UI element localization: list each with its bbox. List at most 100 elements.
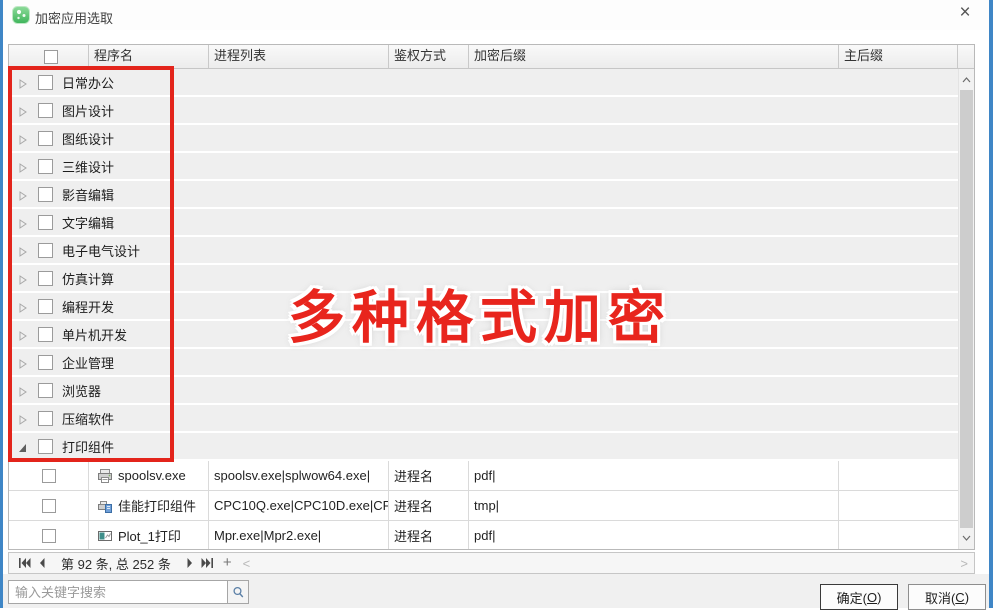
tree-item-browser[interactable]: 浏览器 [9,377,958,405]
expand-collapsed-icon[interactable] [18,161,28,171]
table-row-spoolsv[interactable]: spoolsv.exe spoolsv.exe|splwow64.exe| 进程… [9,461,958,491]
search-icon [232,586,245,599]
column-header-auth[interactable]: 鉴权方式 [389,45,469,68]
table-row-canon-print[interactable]: 佳能打印组件 CPC10Q.exe|CPC10D.exe|CP... 进程名 t… [9,491,958,521]
process-list-cell: Mpr.exe|Mpr2.exe| [209,521,389,549]
table-row-plot1-print[interactable]: Plot_1打印 Mpr.exe|Mpr2.exe| 进程名 pdf| [9,521,958,549]
expand-collapsed-icon[interactable] [18,245,28,255]
add-row-icon[interactable]: + [223,554,232,571]
scroll-up-icon[interactable] [959,71,974,89]
search-input[interactable] [8,580,228,604]
tree-checkbox[interactable] [38,411,53,426]
tree-checkbox[interactable] [38,271,53,286]
program-name-cell: 佳能打印组件 [89,491,209,520]
main-suffix-cell [839,521,958,549]
expand-collapsed-icon[interactable] [18,133,28,143]
expand-collapsed-icon[interactable] [18,301,28,311]
close-icon[interactable]: × [947,0,983,28]
window-edge-left [0,0,3,608]
window-edge-right [989,0,993,608]
tree-item-daily-office[interactable]: 日常办公 [9,69,958,97]
expand-collapsed-icon[interactable] [18,329,28,339]
next-page-icon[interactable] [181,555,199,571]
expand-collapsed-icon[interactable] [18,217,28,227]
vertical-scrollbar[interactable] [958,69,974,549]
tree-item-3d-design[interactable]: 三维设计 [9,153,958,181]
tree-checkbox[interactable] [38,159,53,174]
window-title: 加密应用选取 [35,8,113,27]
tree-checkbox[interactable] [38,103,53,118]
row-checkbox[interactable] [42,529,56,543]
expand-collapsed-icon[interactable] [18,357,28,367]
tree-item-electronics-design[interactable]: 电子电气设计 [9,237,958,265]
tree-item-label: 电子电气设计 [62,241,140,260]
plot-print-icon [97,528,113,544]
main-suffix-cell [839,491,958,520]
main-suffix-cell [839,461,958,490]
expand-expanded-icon[interactable] [18,441,28,451]
tree-item-compression[interactable]: 压缩软件 [9,405,958,433]
tree-item-simulation[interactable]: 仿真计算 [9,265,958,293]
row-checkbox-cell [9,521,89,549]
select-all-checkbox[interactable] [44,50,58,64]
tree-item-print-components[interactable]: 打印组件 [9,433,958,461]
column-header-enc-suffix[interactable]: 加密后缀 [469,45,839,68]
tree-checkbox[interactable] [38,215,53,230]
tree-checkbox[interactable] [38,75,53,90]
scroll-down-icon[interactable] [959,529,974,547]
tree-checkbox[interactable] [38,131,53,146]
tree-item-mcu-dev[interactable]: 单片机开发 [9,321,958,349]
app-logo-icon [12,6,30,24]
tree-item-image-design[interactable]: 图片设计 [9,97,958,125]
row-checkbox[interactable] [42,499,56,513]
cancel-label-pre: 取消( [925,588,955,607]
first-page-icon[interactable] [15,555,33,571]
column-header-program[interactable]: 程序名 [89,45,209,68]
row-checkbox-cell [9,461,89,490]
prev-page-icon[interactable] [33,555,51,571]
tree-item-programming[interactable]: 编程开发 [9,293,958,321]
tree-item-drawing-design[interactable]: 图纸设计 [9,125,958,153]
tree-item-label: 单片机开发 [62,325,127,344]
tree-checkbox[interactable] [38,355,53,370]
tree-item-label: 图纸设计 [62,129,114,148]
application-grid: 程序名 进程列表 鉴权方式 加密后缀 主后缀 日常办公 图片设计 图纸设计 三维… [8,44,975,550]
tree-item-label: 压缩软件 [62,409,114,428]
column-header-processes[interactable]: 进程列表 [209,45,389,68]
ok-label-post: ) [877,590,881,605]
tree-checkbox[interactable] [38,243,53,258]
column-header-main-suffix[interactable]: 主后缀 [839,45,958,68]
enc-suffix-cell: tmp| [469,491,839,520]
program-name: Plot_1打印 [118,526,181,545]
expand-collapsed-icon[interactable] [18,385,28,395]
scrollbar-thumb[interactable] [960,90,973,528]
pagination-status: 第 92 条, 总 252 条 [61,554,171,573]
expand-collapsed-icon[interactable] [18,77,28,87]
tree-checkbox[interactable] [38,383,53,398]
expand-collapsed-icon[interactable] [18,105,28,115]
tree-checkbox[interactable] [38,187,53,202]
tree-item-label: 打印组件 [62,437,114,456]
expand-collapsed-icon[interactable] [18,189,28,199]
grid-header-row: 程序名 进程列表 鉴权方式 加密后缀 主后缀 [9,45,974,69]
row-checkbox[interactable] [42,469,56,483]
tree-checkbox[interactable] [38,439,53,454]
expand-collapsed-icon[interactable] [18,273,28,283]
tree-item-label: 影音编辑 [62,185,114,204]
tree-checkbox[interactable] [38,299,53,314]
cancel-button[interactable]: 取消(C) [908,584,986,610]
tree-item-text-editing[interactable]: 文字编辑 [9,209,958,237]
hscroll-right-icon[interactable]: > [960,556,968,571]
cancel-label-key: C [955,590,964,605]
last-page-icon[interactable] [199,555,217,571]
cancel-label-post: ) [965,590,969,605]
expand-collapsed-icon[interactable] [18,413,28,423]
tree-item-av-editing[interactable]: 影音编辑 [9,181,958,209]
tree-item-label: 日常办公 [62,73,114,92]
ok-button[interactable]: 确定(O) [820,584,898,610]
select-all-cell [9,45,89,68]
search-button[interactable] [227,580,249,604]
tree-item-enterprise-mgmt[interactable]: 企业管理 [9,349,958,377]
tree-checkbox[interactable] [38,327,53,342]
hscroll-left-icon[interactable]: < [243,556,251,571]
